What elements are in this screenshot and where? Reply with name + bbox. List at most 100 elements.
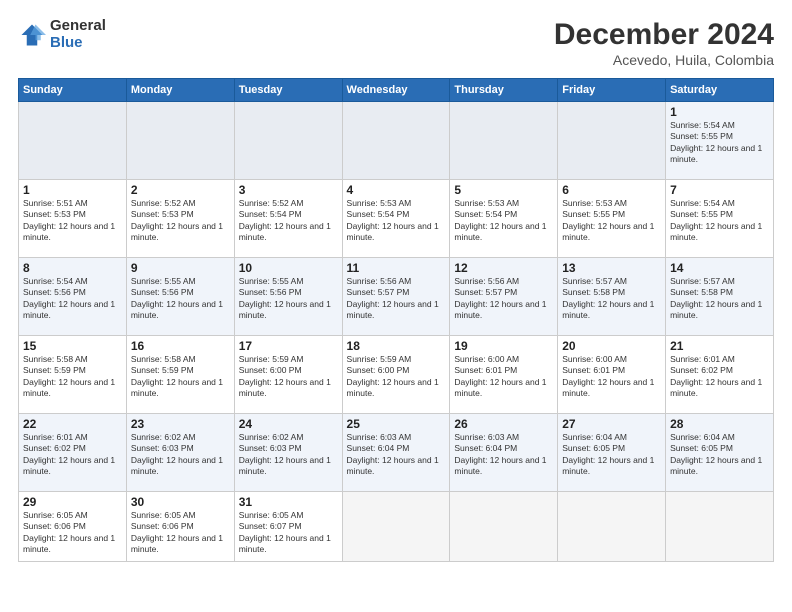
day-number: 31: [239, 495, 338, 509]
day-info: Sunrise: 5:58 AM Sunset: 5:59 PM Dayligh…: [23, 354, 122, 400]
day-info: Sunrise: 6:05 AM Sunset: 6:06 PM Dayligh…: [23, 510, 122, 556]
calendar-week-row: 8 Sunrise: 5:54 AM Sunset: 5:56 PM Dayli…: [19, 258, 774, 336]
day-number: 27: [562, 417, 661, 431]
day-number: 12: [454, 261, 553, 275]
day-number: 5: [454, 183, 553, 197]
day-info: Sunrise: 6:03 AM Sunset: 6:04 PM Dayligh…: [454, 432, 553, 478]
day-number: 15: [23, 339, 122, 353]
calendar-cell: 18 Sunrise: 5:59 AM Sunset: 6:00 PM Dayl…: [342, 336, 450, 414]
day-number: 16: [131, 339, 230, 353]
calendar-cell: 3 Sunrise: 5:52 AM Sunset: 5:54 PM Dayli…: [234, 180, 342, 258]
calendar-cell: 29 Sunrise: 6:05 AM Sunset: 6:06 PM Dayl…: [19, 492, 127, 562]
calendar-header-sunday: Sunday: [19, 79, 127, 102]
day-info: Sunrise: 6:00 AM Sunset: 6:01 PM Dayligh…: [562, 354, 661, 400]
page: General Blue December 2024 Acevedo, Huil…: [0, 0, 792, 612]
calendar-header-thursday: Thursday: [450, 79, 558, 102]
calendar-cell: [558, 492, 666, 562]
calendar-cell: [666, 492, 774, 562]
calendar-cell: 30 Sunrise: 6:05 AM Sunset: 6:06 PM Dayl…: [126, 492, 234, 562]
calendar-cell: [450, 492, 558, 562]
day-info: Sunrise: 5:54 AM Sunset: 5:55 PM Dayligh…: [670, 120, 769, 166]
day-info: Sunrise: 5:57 AM Sunset: 5:58 PM Dayligh…: [670, 276, 769, 322]
calendar-header-friday: Friday: [558, 79, 666, 102]
day-info: Sunrise: 5:54 AM Sunset: 5:55 PM Dayligh…: [670, 198, 769, 244]
day-number: 14: [670, 261, 769, 275]
day-info: Sunrise: 6:02 AM Sunset: 6:03 PM Dayligh…: [131, 432, 230, 478]
calendar-cell: 13 Sunrise: 5:57 AM Sunset: 5:58 PM Dayl…: [558, 258, 666, 336]
day-info: Sunrise: 6:02 AM Sunset: 6:03 PM Dayligh…: [239, 432, 338, 478]
day-number: 30: [131, 495, 230, 509]
calendar-cell: 25 Sunrise: 6:03 AM Sunset: 6:04 PM Dayl…: [342, 414, 450, 492]
calendar-cell: [234, 102, 342, 180]
day-number: 22: [23, 417, 122, 431]
day-number: 28: [670, 417, 769, 431]
calendar-cell: 19 Sunrise: 6:00 AM Sunset: 6:01 PM Dayl…: [450, 336, 558, 414]
day-info: Sunrise: 6:05 AM Sunset: 6:06 PM Dayligh…: [131, 510, 230, 556]
calendar-cell: 14 Sunrise: 5:57 AM Sunset: 5:58 PM Dayl…: [666, 258, 774, 336]
calendar-cell: [342, 102, 450, 180]
logo-icon: [18, 21, 46, 49]
day-info: Sunrise: 5:53 AM Sunset: 5:54 PM Dayligh…: [347, 198, 446, 244]
calendar-week-row: 1 Sunrise: 5:51 AM Sunset: 5:53 PM Dayli…: [19, 180, 774, 258]
day-number: 6: [562, 183, 661, 197]
day-info: Sunrise: 5:55 AM Sunset: 5:56 PM Dayligh…: [239, 276, 338, 322]
calendar-cell: 1 Sunrise: 5:54 AM Sunset: 5:55 PM Dayli…: [666, 102, 774, 180]
calendar-cell: 17 Sunrise: 5:59 AM Sunset: 6:00 PM Dayl…: [234, 336, 342, 414]
day-number: 1: [670, 105, 769, 119]
day-number: 2: [131, 183, 230, 197]
calendar-cell: 16 Sunrise: 5:58 AM Sunset: 5:59 PM Dayl…: [126, 336, 234, 414]
day-info: Sunrise: 5:56 AM Sunset: 5:57 PM Dayligh…: [347, 276, 446, 322]
calendar-header-wednesday: Wednesday: [342, 79, 450, 102]
day-info: Sunrise: 6:01 AM Sunset: 6:02 PM Dayligh…: [670, 354, 769, 400]
day-number: 20: [562, 339, 661, 353]
day-info: Sunrise: 6:01 AM Sunset: 6:02 PM Dayligh…: [23, 432, 122, 478]
calendar-header-tuesday: Tuesday: [234, 79, 342, 102]
day-info: Sunrise: 5:59 AM Sunset: 6:00 PM Dayligh…: [239, 354, 338, 400]
day-number: 29: [23, 495, 122, 509]
calendar-week-row: 22 Sunrise: 6:01 AM Sunset: 6:02 PM Dayl…: [19, 414, 774, 492]
logo: General Blue: [18, 18, 106, 51]
calendar-cell: 21 Sunrise: 6:01 AM Sunset: 6:02 PM Dayl…: [666, 336, 774, 414]
calendar-cell: 27 Sunrise: 6:04 AM Sunset: 6:05 PM Dayl…: [558, 414, 666, 492]
location: Acevedo, Huila, Colombia: [554, 52, 774, 68]
calendar-cell: 7 Sunrise: 5:54 AM Sunset: 5:55 PM Dayli…: [666, 180, 774, 258]
calendar-cell: 2 Sunrise: 5:52 AM Sunset: 5:53 PM Dayli…: [126, 180, 234, 258]
calendar-header-row: SundayMondayTuesdayWednesdayThursdayFrid…: [19, 79, 774, 102]
calendar-cell: 24 Sunrise: 6:02 AM Sunset: 6:03 PM Dayl…: [234, 414, 342, 492]
day-number: 24: [239, 417, 338, 431]
day-info: Sunrise: 6:00 AM Sunset: 6:01 PM Dayligh…: [454, 354, 553, 400]
day-number: 19: [454, 339, 553, 353]
calendar-cell: [450, 102, 558, 180]
day-info: Sunrise: 5:57 AM Sunset: 5:58 PM Dayligh…: [562, 276, 661, 322]
calendar-cell: 11 Sunrise: 5:56 AM Sunset: 5:57 PM Dayl…: [342, 258, 450, 336]
calendar-cell: 26 Sunrise: 6:03 AM Sunset: 6:04 PM Dayl…: [450, 414, 558, 492]
day-info: Sunrise: 5:56 AM Sunset: 5:57 PM Dayligh…: [454, 276, 553, 322]
day-number: 17: [239, 339, 338, 353]
calendar-header-saturday: Saturday: [666, 79, 774, 102]
day-number: 9: [131, 261, 230, 275]
day-info: Sunrise: 5:55 AM Sunset: 5:56 PM Dayligh…: [131, 276, 230, 322]
day-number: 7: [670, 183, 769, 197]
calendar-cell: 1 Sunrise: 5:51 AM Sunset: 5:53 PM Dayli…: [19, 180, 127, 258]
day-number: 8: [23, 261, 122, 275]
day-number: 3: [239, 183, 338, 197]
calendar-week-row: 1 Sunrise: 5:54 AM Sunset: 5:55 PM Dayli…: [19, 102, 774, 180]
day-number: 4: [347, 183, 446, 197]
day-info: Sunrise: 6:04 AM Sunset: 6:05 PM Dayligh…: [562, 432, 661, 478]
day-info: Sunrise: 5:52 AM Sunset: 5:53 PM Dayligh…: [131, 198, 230, 244]
day-number: 1: [23, 183, 122, 197]
day-number: 26: [454, 417, 553, 431]
day-number: 21: [670, 339, 769, 353]
day-info: Sunrise: 5:51 AM Sunset: 5:53 PM Dayligh…: [23, 198, 122, 244]
day-info: Sunrise: 5:59 AM Sunset: 6:00 PM Dayligh…: [347, 354, 446, 400]
calendar-cell: [19, 102, 127, 180]
calendar-cell: [558, 102, 666, 180]
calendar-cell: 23 Sunrise: 6:02 AM Sunset: 6:03 PM Dayl…: [126, 414, 234, 492]
calendar-cell: 6 Sunrise: 5:53 AM Sunset: 5:55 PM Dayli…: [558, 180, 666, 258]
day-info: Sunrise: 5:52 AM Sunset: 5:54 PM Dayligh…: [239, 198, 338, 244]
calendar-cell: 10 Sunrise: 5:55 AM Sunset: 5:56 PM Dayl…: [234, 258, 342, 336]
day-info: Sunrise: 6:04 AM Sunset: 6:05 PM Dayligh…: [670, 432, 769, 478]
day-number: 13: [562, 261, 661, 275]
calendar-cell: 9 Sunrise: 5:55 AM Sunset: 5:56 PM Dayli…: [126, 258, 234, 336]
calendar-table: SundayMondayTuesdayWednesdayThursdayFrid…: [18, 78, 774, 562]
